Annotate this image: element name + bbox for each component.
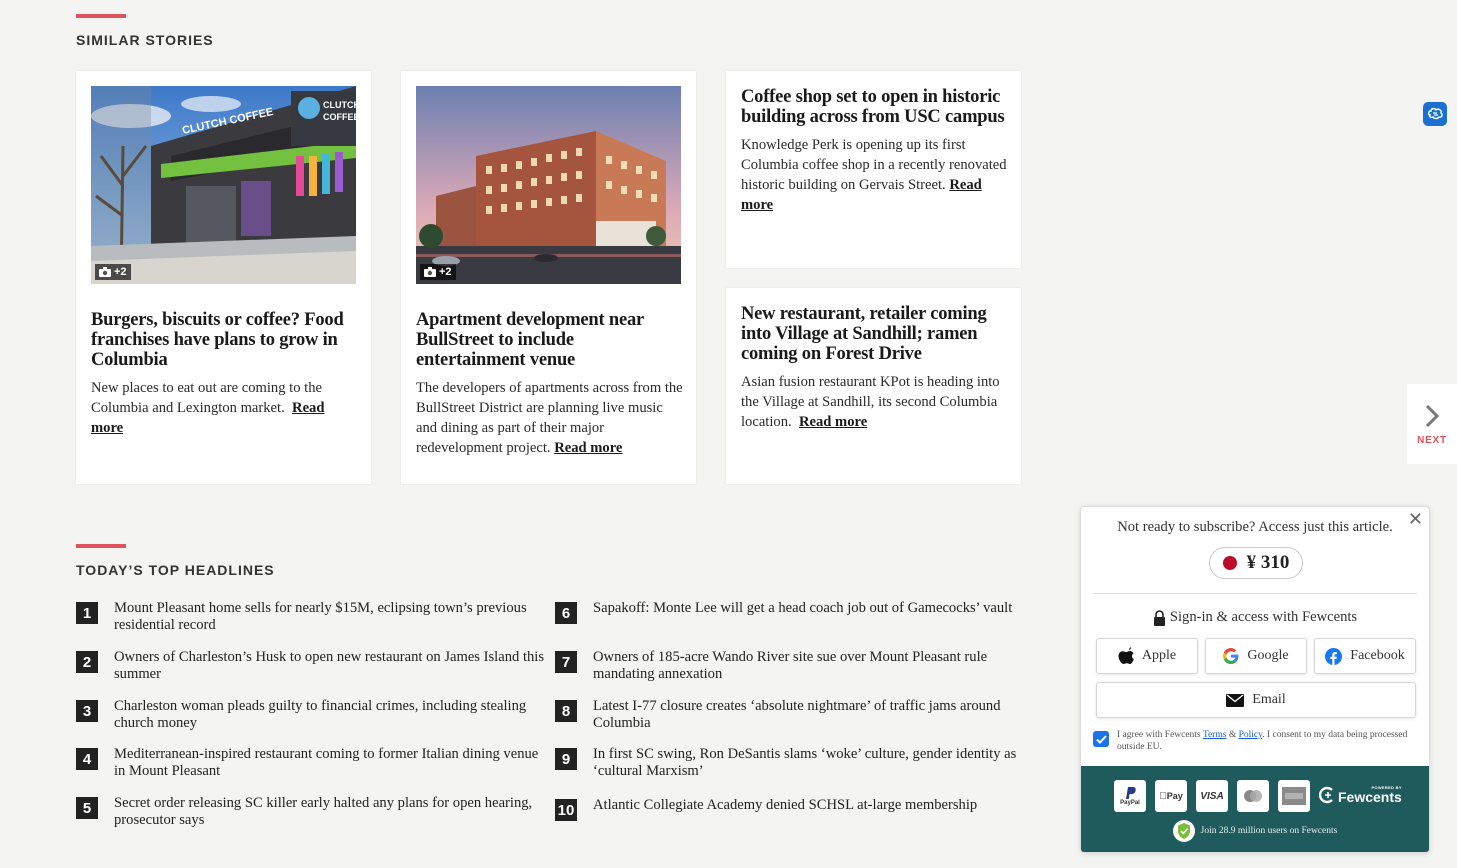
section-accent-bar — [76, 544, 126, 548]
headline-item[interactable]: 8 Latest I-77 closure creates ‘absolute … — [555, 698, 1021, 732]
headline-item[interactable]: 7 Owners of 185-acre Wando River site su… — [555, 649, 1021, 683]
fewcents-logo-icon — [1319, 786, 1333, 804]
signin-heading: Sign-in & access with Fewcents — [1081, 609, 1429, 626]
headline-number: 8 — [555, 700, 577, 722]
shield-check-icon — [1172, 820, 1195, 842]
story-summary: Knowledge Perk is opening up its first C… — [741, 137, 1007, 213]
story-title[interactable]: New restaurant, retailer coming into Vil… — [741, 304, 1006, 364]
headline-item[interactable]: 1 Mount Pleasant home sells for nearly $… — [76, 600, 546, 634]
story-card[interactable]: New restaurant, retailer coming into Vil… — [726, 288, 1021, 484]
story-image[interactable]: CLUTCH COFFEE CLUTCH COFFEE +2 — [91, 86, 356, 284]
headline-number: 9 — [555, 748, 577, 770]
headline-number: 3 — [76, 700, 98, 722]
headline-link[interactable]: Sapakoff: Monte Lee will get a head coac… — [593, 600, 1012, 617]
story-image[interactable]: +2 — [416, 86, 681, 284]
chevron-right-icon — [1425, 404, 1440, 427]
coffee-shop-photo: CLUTCH COFFEE CLUTCH COFFEE — [91, 86, 356, 284]
headline-link[interactable]: Mount Pleasant home sells for nearly $15… — [114, 600, 546, 634]
photo-count-badge: +2 — [420, 264, 456, 280]
headline-link[interactable]: Owners of Charleston’s Husk to open new … — [114, 649, 546, 683]
photo-count-badge: +2 — [95, 264, 131, 280]
fewcents-logo: POWERED BY Fewcents — [1319, 786, 1402, 804]
apple-pay-icon: Pay — [1155, 780, 1187, 812]
headline-link[interactable]: Atlantic Collegiate Academy denied SCHSL… — [593, 797, 977, 814]
story-card[interactable]: +2 Apartment development near BullStreet… — [401, 71, 696, 484]
story-title[interactable]: Apartment development near BullStreet to… — [416, 310, 681, 370]
story-summary: Asian fusion restaurant KPot is heading … — [741, 374, 1000, 430]
envelope-icon — [1226, 693, 1245, 707]
similar-stories-heading: SIMILAR STORIES — [76, 32, 214, 48]
camera-icon — [99, 267, 111, 277]
headline-item[interactable]: 10 Atlantic Collegiate Academy denied SC… — [555, 797, 1021, 821]
lock-icon — [1153, 609, 1165, 626]
headline-link[interactable]: Latest I-77 closure creates ‘absolute ni… — [593, 698, 1021, 732]
read-more-link[interactable]: Read more — [799, 414, 867, 430]
check-icon — [1095, 734, 1107, 744]
brain-icon — [1427, 107, 1443, 120]
headline-number: 10 — [555, 799, 577, 821]
accessibility-icon[interactable] — [1423, 102, 1447, 126]
story-summary: New places to eat out are coming to the … — [91, 380, 325, 436]
divider — [1093, 593, 1417, 594]
google-icon — [1223, 648, 1239, 664]
headline-item[interactable]: 3 Charleston woman pleads guilty to fina… — [76, 698, 546, 732]
next-label: NEXT — [1417, 434, 1447, 446]
amex-icon — [1278, 780, 1310, 812]
next-article-button[interactable]: NEXT — [1407, 384, 1457, 464]
section-accent-bar — [76, 14, 126, 18]
headline-number: 1 — [76, 602, 98, 624]
headline-item[interactable]: 9 In first SC swing, Ron DeSantis slams … — [555, 746, 1021, 780]
top-headlines-heading: TODAY’S TOP HEADLINES — [76, 562, 275, 578]
headline-link[interactable]: In first SC swing, Ron DeSantis slams ‘w… — [593, 746, 1021, 780]
story-summary: The developers of apartments across from… — [416, 380, 683, 456]
google-signin-button[interactable]: Google — [1205, 638, 1307, 674]
svg-text:COFFEE: COFFEE — [323, 112, 356, 122]
headline-item[interactable]: 4 Mediterranean-inspired restaurant comi… — [76, 746, 546, 780]
headline-link[interactable]: Secret order releasing SC killer early h… — [114, 795, 546, 829]
headline-link[interactable]: Mediterranean-inspired restaurant coming… — [114, 746, 546, 780]
headline-item[interactable]: 6 Sapakoff: Monte Lee will get a head co… — [555, 600, 1021, 624]
join-text: Join 28.9 million users on Fewcents — [1081, 820, 1429, 842]
price-button[interactable]: ¥ 310 — [1209, 547, 1303, 579]
story-card[interactable]: CLUTCH COFFEE CLUTCH COFFEE +2 Burgers, … — [76, 71, 371, 484]
policy-link[interactable]: Policy — [1239, 730, 1263, 740]
consent-row: I agree with Fewcents Terms & Policy. I … — [1093, 729, 1419, 753]
fewcents-footer: PayPal Pay VISA POWERED BY Fewcents — [1081, 766, 1429, 852]
fewcents-paywall-widget: ✕ Not ready to subscribe? Access just th… — [1080, 506, 1430, 853]
headline-number: 7 — [555, 651, 577, 673]
consent-checkbox[interactable] — [1093, 731, 1109, 747]
story-title[interactable]: Burgers, biscuits or coffee? Food franch… — [91, 310, 356, 370]
camera-icon — [424, 267, 436, 277]
facebook-icon — [1325, 647, 1343, 665]
consent-text: I agree with Fewcents Terms & Policy. I … — [1117, 730, 1408, 752]
mastercard-icon — [1237, 780, 1269, 812]
headline-link[interactable]: Charleston woman pleads guilty to financ… — [114, 698, 546, 732]
japan-flag-icon — [1222, 556, 1237, 570]
headline-link[interactable]: Owners of 185-acre Wando River site sue … — [593, 649, 1021, 683]
headline-number: 6 — [555, 602, 577, 624]
headline-number: 5 — [76, 797, 98, 819]
apple-icon — [1118, 647, 1134, 664]
headline-number: 2 — [76, 651, 98, 673]
email-signin-button[interactable]: Email — [1096, 682, 1416, 718]
fewcents-lead-text: Not ready to subscribe? Access just this… — [1117, 519, 1393, 535]
paypal-icon: PayPal — [1114, 780, 1146, 812]
apple-signin-button[interactable]: Apple — [1096, 638, 1198, 674]
story-title[interactable]: Coffee shop set to open in historic buil… — [741, 87, 1006, 127]
terms-link[interactable]: Terms — [1203, 730, 1227, 740]
apartment-rendering-photo — [416, 86, 681, 284]
headline-item[interactable]: 5 Secret order releasing SC killer early… — [76, 795, 546, 829]
headline-number: 4 — [76, 748, 98, 770]
facebook-signin-button[interactable]: Facebook — [1314, 638, 1416, 674]
sign-text: CLUTCH — [323, 100, 356, 110]
story-card[interactable]: Coffee shop set to open in historic buil… — [726, 71, 1021, 268]
read-more-link[interactable]: Read more — [554, 440, 622, 456]
headline-item[interactable]: 2 Owners of Charleston’s Husk to open ne… — [76, 649, 546, 683]
price-value: ¥ 310 — [1246, 552, 1290, 573]
visa-icon: VISA — [1196, 780, 1228, 812]
